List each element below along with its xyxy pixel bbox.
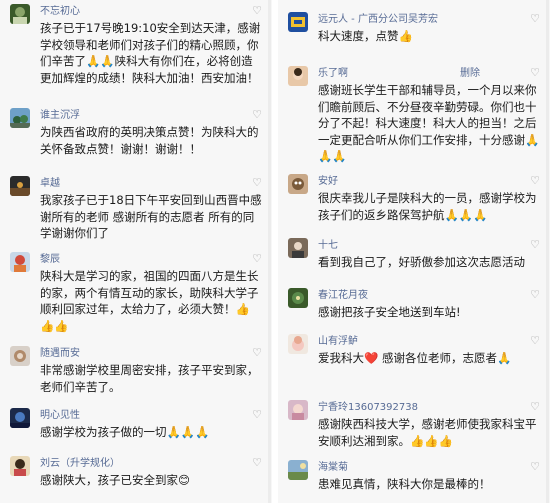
avatar[interactable]	[288, 66, 308, 86]
comment-panel-left: 不忘初心 ♡ 孩子已于17号晚19:10安全到达天津，感谢学校领导和老师们对孩子…	[0, 0, 272, 503]
comment-nickname[interactable]: 春江花月夜	[318, 289, 368, 302]
comment-text: 科大速度，点赞👍	[318, 29, 413, 43]
avatar[interactable]	[10, 408, 30, 428]
scrollbar[interactable]	[546, 0, 549, 503]
comment-panel-right: 远元人 - 广西分公司吴芳宏 ♡ 科大速度，点赞👍 乐了啊 删除 ♡ 感谢班长学…	[278, 0, 550, 503]
comment-nickname[interactable]: 宁香玲13607392738	[318, 401, 418, 414]
comment-nickname[interactable]: 海棠菊	[318, 461, 348, 474]
comment-item: 宁香玲13607392738 ♡ 感谢陕西科技大学，感谢老师使我家科宝平安顺利达…	[278, 396, 550, 456]
comment-item: 远元人 - 广西分公司吴芳宏 ♡ 科大速度，点赞👍	[278, 8, 550, 52]
like-icon[interactable]: ♡	[530, 400, 540, 413]
like-icon[interactable]: ♡	[530, 174, 540, 187]
avatar[interactable]	[288, 334, 308, 354]
comment-nickname[interactable]: 随遇而安	[40, 347, 80, 360]
comment-nickname[interactable]: 山有浮鲈	[318, 335, 358, 348]
comment-nickname[interactable]: 不忘初心	[40, 5, 80, 18]
comment-item: 明心见性 ♡ 感谢学校为孩子做的一切🙏🙏🙏	[0, 404, 272, 448]
delete-button[interactable]: 删除	[460, 67, 480, 80]
comment-item: 十七 ♡ 看到我自己了，好骄傲参加这次志愿活动	[278, 234, 550, 274]
comment-nickname[interactable]: 明心见性	[40, 409, 80, 422]
comment-text: 感谢陕大，孩子已安全到家😊	[40, 473, 190, 487]
like-icon[interactable]: ♡	[252, 456, 262, 469]
comment-text: 患难见真情，陕科大你是最棒的！	[318, 477, 491, 491]
comment-nickname[interactable]: 安好	[318, 175, 338, 188]
comment-nickname[interactable]: 谁主沉浮	[40, 109, 80, 122]
comment-item: 安好 ♡ 很庆幸我儿子是陕科大的一员，感谢学校为孩子们的返乡路保驾护航🙏🙏🙏	[278, 170, 550, 230]
comment-nickname[interactable]: 刘云（升学规化）	[40, 457, 120, 470]
like-icon[interactable]: ♡	[252, 176, 262, 189]
comment-text: 很庆幸我儿子是陕科大的一员，感谢学校为孩子们的返乡路保驾护航🙏🙏🙏	[318, 191, 537, 222]
comment-item: 黎辰 ♡ 陕科大是学习的家，祖国的四面八方是生长的家，两个有情互动的家长，助陕科…	[0, 248, 272, 340]
like-icon[interactable]: ♡	[530, 288, 540, 301]
comment-text: 陕科大是学习的家，祖国的四面八方是生长的家，两个有情互动的家长，助陕科大学子顺利…	[40, 269, 259, 333]
comment-text: 孩子已于17号晚19:10安全到达天津，感谢学校领导和老师们对孩子们的精心照顾，…	[40, 21, 261, 85]
avatar[interactable]	[288, 288, 308, 308]
comment-nickname[interactable]: 卓越	[40, 177, 60, 190]
avatar[interactable]	[288, 400, 308, 420]
like-icon[interactable]: ♡	[530, 66, 540, 79]
avatar[interactable]	[288, 12, 308, 32]
avatar[interactable]	[10, 252, 30, 272]
like-icon[interactable]: ♡	[252, 108, 262, 121]
comment-item: 春江花月夜 ♡ 感谢把孩子安全地送到车站!	[278, 284, 550, 324]
comment-text: 感谢学校为孩子做的一切🙏🙏🙏	[40, 425, 210, 439]
comment-item: 刘云（升学规化） ♡ 感谢陕大，孩子已安全到家😊	[0, 452, 272, 500]
comment-text: 为陕西省政府的英明决策点赞！为陕科大的关怀备致点赞！谢谢！谢谢！！	[40, 125, 259, 156]
avatar[interactable]	[10, 108, 30, 128]
comment-item: 随遇而安 ♡ 非常感谢学校里周密安排，孩子平安到家，老师们辛苦了。	[0, 342, 272, 404]
avatar[interactable]	[10, 176, 30, 196]
comment-text: 感谢把孩子安全地送到车站!	[318, 305, 461, 319]
like-icon[interactable]: ♡	[530, 334, 540, 347]
comment-item: 谁主沉浮 ♡ 为陕西省政府的英明决策点赞！为陕科大的关怀备致点赞！谢谢！谢谢！！	[0, 104, 272, 166]
comment-text: 感谢陕西科技大学，感谢老师使我家科宝平安顺利达湘到家。👍👍👍	[318, 417, 537, 448]
comment-item: 不忘初心 ♡ 孩子已于17号晚19:10安全到达天津，感谢学校领导和老师们对孩子…	[0, 0, 272, 96]
scrollbar[interactable]	[268, 0, 271, 503]
comment-text: 非常感谢学校里周密安排，孩子平安到家，老师们辛苦了。	[40, 363, 259, 394]
comment-nickname[interactable]: 黎辰	[40, 253, 60, 266]
avatar[interactable]	[288, 460, 308, 480]
comment-nickname[interactable]: 十七	[318, 239, 338, 252]
comment-item: 山有浮鲈 ♡ 爱我科大❤️ 感谢各位老师，志愿者🙏	[278, 330, 550, 386]
like-icon[interactable]: ♡	[530, 12, 540, 25]
comment-item: 卓越 ♡ 我家孩子已于18日下午平安回到山西晋中感谢所有的老师 感谢所有的志愿者…	[0, 172, 272, 244]
avatar[interactable]	[288, 238, 308, 258]
comment-text: 感谢班长学生干部和辅导员，一个月以来你们瞻前顾后、不分昼夜辛勤劳碌。你们也十分了…	[318, 83, 540, 163]
comment-text: 爱我科大❤️ 感谢各位老师，志愿者🙏	[318, 351, 512, 365]
comment-nickname[interactable]: 乐了啊	[318, 67, 348, 80]
comment-nickname[interactable]: 远元人 - 广西分公司吴芳宏	[318, 13, 438, 26]
comment-item: 乐了啊 删除 ♡ 感谢班长学生干部和辅导员，一个月以来你们瞻前顾后、不分昼夜辛勤…	[278, 62, 550, 168]
avatar[interactable]	[10, 4, 30, 24]
comment-item: 海棠菊 ♡ 患难见真情，陕科大你是最棒的！	[278, 456, 550, 500]
avatar[interactable]	[288, 174, 308, 194]
comment-text: 看到我自己了，好骄傲参加这次志愿活动	[318, 255, 525, 269]
like-icon[interactable]: ♡	[252, 408, 262, 421]
like-icon[interactable]: ♡	[252, 252, 262, 265]
avatar[interactable]	[10, 456, 30, 476]
avatar[interactable]	[10, 346, 30, 366]
like-icon[interactable]: ♡	[252, 346, 262, 359]
like-icon[interactable]: ♡	[530, 238, 540, 251]
like-icon[interactable]: ♡	[252, 4, 262, 17]
comment-text: 我家孩子已于18日下午平安回到山西晋中感谢所有的老师 感谢所有的志愿者 所有的同…	[40, 193, 262, 240]
like-icon[interactable]: ♡	[530, 460, 540, 473]
